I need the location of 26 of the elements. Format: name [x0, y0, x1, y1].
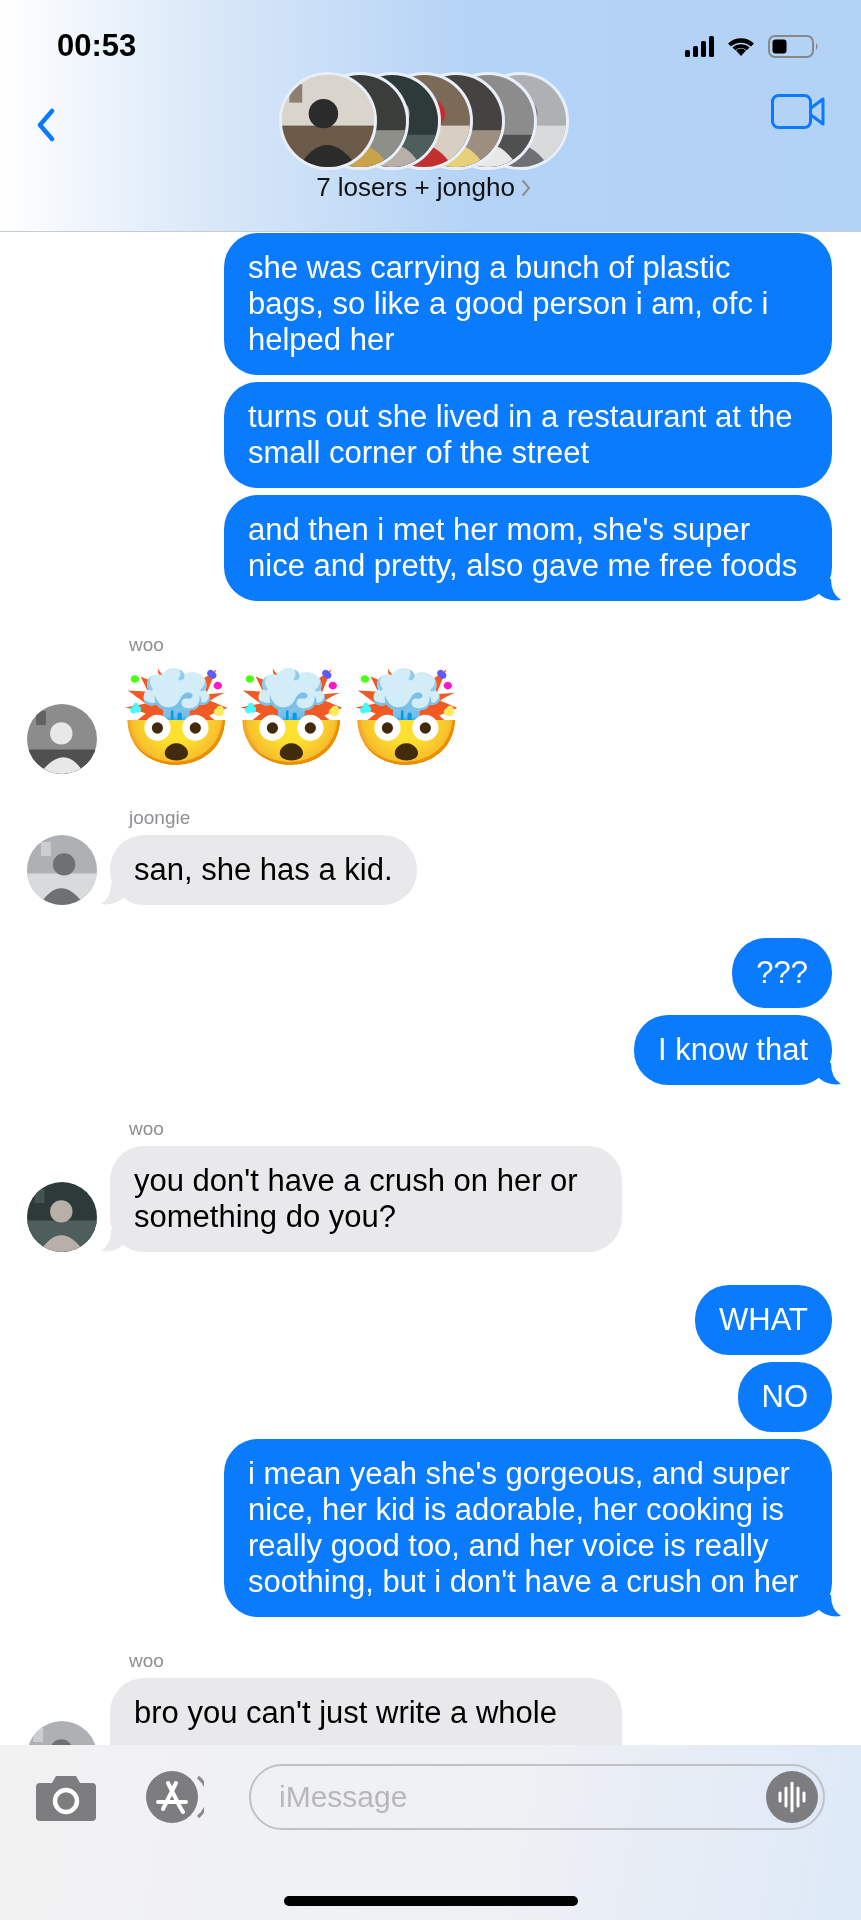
audio-message-icon[interactable] [766, 1771, 818, 1823]
sender-name: woo [129, 1118, 164, 1140]
video-camera-icon[interactable] [771, 94, 825, 130]
message-bubble: you don't have a crush on her or something do you? [110, 1146, 622, 1252]
message-bubble: WHAT [695, 1285, 832, 1355]
message-bubble: san, she has a kid. [110, 835, 417, 905]
sender-name: woo [129, 1650, 164, 1672]
camera-icon[interactable] [36, 1773, 96, 1821]
message-bubble: i mean yeah she's gorgeous, and super nice, her kid is adorable, her cooking is really good too, and her voice is really soothing, but i don't have a crush on her [224, 1439, 832, 1617]
message-bubble: NO [737, 1362, 832, 1432]
message-bubble: ??? [732, 938, 832, 1008]
chevron-icon[interactable] [520, 178, 531, 197]
message-bubble: I know that [634, 1015, 832, 1085]
signal-icon [685, 35, 714, 57]
status-time: 00:53 [57, 28, 137, 64]
message-bubble: and then i met her mom, she's super nice and pretty, also gave me free foods [224, 495, 832, 601]
group-title[interactable]: 7 losers + jongho [316, 172, 515, 203]
wifi-icon [726, 35, 756, 57]
message-bubble: she was carrying a bunch of plastic bags, so like a good person i am, ofc i helped her [224, 233, 832, 375]
sender-name: woo [129, 634, 164, 656]
sender-name: joongie [129, 807, 191, 829]
app-store-icon[interactable] [146, 1771, 204, 1823]
message-bubble: turns out she lived in a restaurant at the small corner of the street [224, 382, 832, 488]
back-icon[interactable] [36, 108, 56, 142]
emoji-message: 🤯🤯🤯 [119, 666, 464, 771]
battery-icon [768, 34, 819, 58]
